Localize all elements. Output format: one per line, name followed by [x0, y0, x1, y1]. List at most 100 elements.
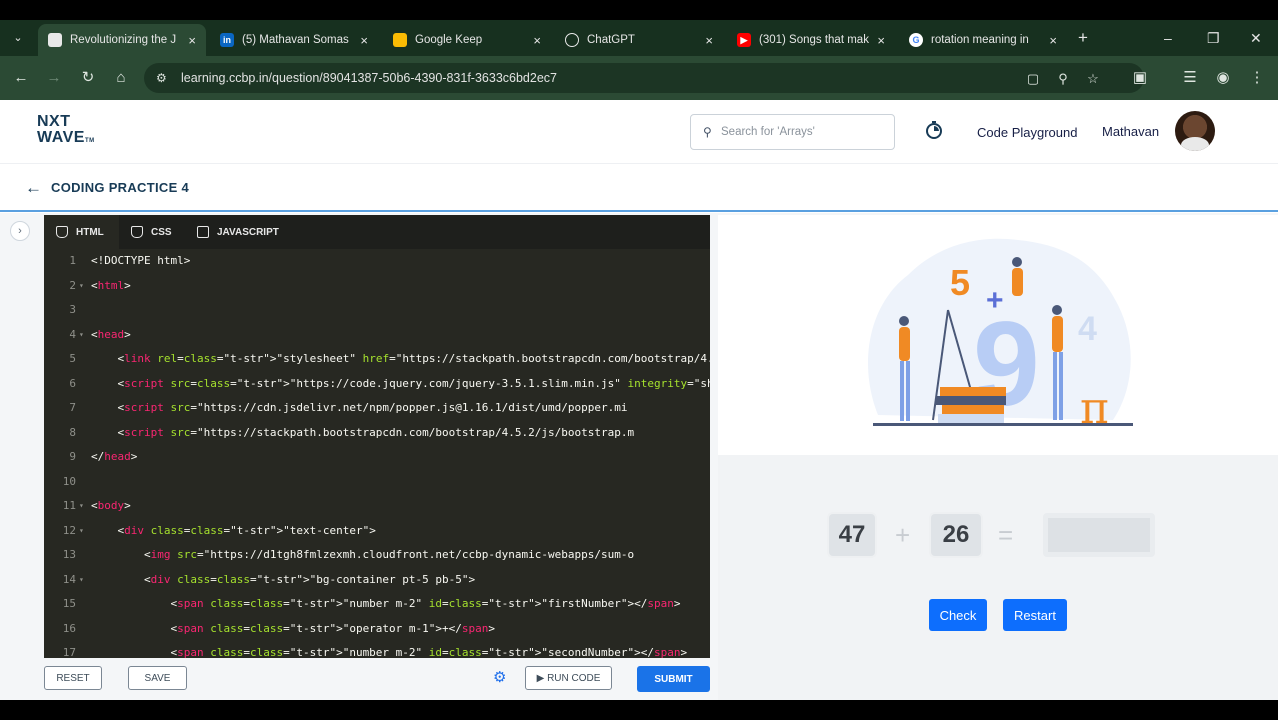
line-text: <span class=class="t-str">"operator m-1"…	[91, 621, 496, 635]
fold-caret-icon[interactable]: ▾	[79, 323, 84, 348]
new-tab-button[interactable]: +	[1078, 28, 1088, 48]
line-number: 7	[69, 401, 76, 414]
fold-caret-icon[interactable]: ▾	[79, 568, 84, 593]
fold-caret-icon[interactable]: ▾	[79, 494, 84, 519]
restore-icon[interactable]: ❐	[1207, 28, 1220, 48]
line-number: 15	[62, 597, 76, 610]
reset-button[interactable]: RESET	[44, 666, 102, 690]
close-tab-icon[interactable]: ×	[1049, 33, 1057, 48]
editor-tabs: HTML CSS JAVASCRIPT	[44, 215, 710, 249]
avatar[interactable]	[1175, 111, 1215, 151]
code-line[interactable]: 4 ▾ <head>	[44, 323, 710, 348]
code-line[interactable]: 6 <script src=class="t-str">"https://cod…	[44, 372, 710, 397]
home-icon[interactable]: ⌂	[110, 67, 132, 89]
logo-line2: WAVE	[37, 129, 85, 146]
code-line[interactable]: 17 <span class=class="t-str">"number m-2…	[44, 641, 710, 658]
code-line[interactable]: 2 ▾ <html>	[44, 274, 710, 299]
code-line[interactable]: 16 <span class=class="t-str">"operator m…	[44, 617, 710, 642]
code-lines[interactable]: 1 <!DOCTYPE html> 2 ▾ <html> 3 4 ▾ <head> 5 <link…	[44, 249, 710, 658]
site-info-icon[interactable]: ⚙	[156, 70, 172, 86]
bookmark-star-icon[interactable]: ☆	[1084, 70, 1102, 88]
logo-suffix: TM	[84, 138, 95, 144]
back-arrow-icon[interactable]: ←	[25, 178, 42, 198]
code-line[interactable]: 1 <!DOCTYPE html>	[44, 249, 710, 274]
extensions-icon[interactable]: ▣	[1129, 67, 1151, 89]
submit-button[interactable]: SUBMIT	[637, 666, 710, 692]
close-tab-icon[interactable]: ×	[188, 33, 196, 48]
code-line[interactable]: 10	[44, 470, 710, 495]
search-input[interactable]	[721, 123, 886, 141]
line-text: <script src="https://stackpath.bootstrap…	[91, 425, 635, 439]
line-number: 8	[69, 425, 76, 439]
line-number: 3	[69, 303, 76, 316]
tab-search-chevron-icon[interactable]: ⌄	[8, 28, 28, 48]
close-tab-icon[interactable]: ×	[360, 33, 368, 48]
browser-tab-5[interactable]: ▶ (301) Songs that mak ×	[727, 24, 895, 56]
zoom-icon[interactable]: ⚲	[1054, 70, 1072, 88]
profile-icon[interactable]: ◉	[1212, 67, 1234, 89]
tab-label: CSS	[151, 226, 172, 238]
browser-tab-2[interactable]: in (5) Mathavan Somas ×	[210, 24, 378, 56]
close-tab-icon[interactable]: ×	[533, 33, 541, 48]
close-window-icon[interactable]: ✕	[1250, 28, 1262, 48]
line-text: <head>	[91, 327, 131, 341]
tab-label: HTML	[76, 226, 104, 238]
run-code-button[interactable]: ▶ RUN CODE	[525, 666, 612, 690]
browser-tab-3[interactable]: Google Keep ×	[383, 24, 551, 56]
line-number: 12	[62, 523, 76, 537]
close-tab-icon[interactable]: ×	[705, 33, 713, 48]
code-playground-link[interactable]: Code Playground	[977, 125, 1077, 140]
search-box[interactable]: ⚲	[690, 114, 895, 150]
tab-css[interactable]: CSS	[119, 215, 187, 249]
nxtwave-logo[interactable]: NXT WAVETM	[37, 114, 95, 149]
line-text: <html>	[91, 278, 131, 292]
media-icon[interactable]: ☰	[1179, 67, 1201, 89]
logo-line1: NXT	[37, 113, 71, 130]
fold-caret-icon[interactable]: ▾	[79, 519, 84, 544]
fold-caret-icon[interactable]: ▾	[79, 274, 84, 299]
code-line[interactable]: 5 <link rel=class="t-str">"stylesheet" h…	[44, 347, 710, 372]
sidebar-toggle-chevron-right-icon[interactable]: ›	[10, 221, 30, 241]
line-text: <div class=class="t-str">"text-center">	[91, 523, 376, 537]
browser-tab-6[interactable]: G rotation meaning in ×	[899, 24, 1067, 56]
reload-icon[interactable]: ↻	[77, 67, 99, 89]
browser-tab-4[interactable]: ChatGPT ×	[555, 24, 723, 56]
line-number: 2	[69, 278, 76, 292]
tab-title: ChatGPT	[587, 34, 635, 46]
answer-input[interactable]	[1043, 513, 1155, 557]
line-number: 9	[69, 450, 76, 463]
code-line[interactable]: 9 </head>	[44, 445, 710, 470]
save-button[interactable]: SAVE	[128, 666, 187, 690]
minimize-icon[interactable]: –	[1164, 28, 1172, 48]
restart-button[interactable]: Restart	[1003, 599, 1067, 631]
close-tab-icon[interactable]: ×	[877, 33, 885, 48]
code-line[interactable]: 15 <span class=class="t-str">"number m-2…	[44, 592, 710, 617]
workspace: › HTML CSS JAVASCRIPT 1 <!DOCTYPE html> …	[0, 213, 1278, 700]
run-code-label: RUN CODE	[547, 672, 601, 684]
code-line[interactable]: 13 <img src="https://d1tgh8fmlzexmh.clou…	[44, 543, 710, 568]
line-text: <script src=class="t-str">"https://code.…	[91, 376, 710, 390]
code-line[interactable]: 7 <script src="https://cdn.jsdelivr.net/…	[44, 396, 710, 421]
stopwatch-icon[interactable]	[924, 120, 944, 140]
install-app-icon[interactable]: ▢	[1024, 70, 1042, 88]
code-line[interactable]: 3	[44, 298, 710, 323]
code-line[interactable]: 12 ▾ <div class=class="t-str">"text-cente…	[44, 519, 710, 544]
settings-gear-icon[interactable]: ⚙	[493, 670, 508, 685]
code-line[interactable]: 14 ▾ <div class=class="t-str">"bg-contain…	[44, 568, 710, 593]
forward-icon[interactable]: →	[43, 67, 65, 89]
line-text: <!DOCTYPE html>	[91, 254, 191, 267]
browser-tab-1[interactable]: Revolutionizing the J ×	[38, 24, 206, 56]
code-line[interactable]: 8 <script src="https://stackpath.bootstr…	[44, 421, 710, 446]
address-bar[interactable]: ⚙ learning.ccbp.in/question/89041387-50b…	[144, 63, 1144, 93]
user-name[interactable]: Mathavan	[1102, 124, 1159, 139]
browser-tab-strip: ⌄ Revolutionizing the J × in (5) Mathava…	[0, 20, 1278, 56]
back-icon[interactable]: ←	[10, 67, 32, 89]
tab-html[interactable]: HTML	[44, 215, 119, 249]
tab-javascript[interactable]: JAVASCRIPT	[185, 215, 295, 249]
code-editor[interactable]: HTML CSS JAVASCRIPT 1 <!DOCTYPE html> 2 ▾ <h…	[44, 215, 710, 658]
code-line[interactable]: 11 ▾ <body>	[44, 494, 710, 519]
check-button[interactable]: Check	[929, 599, 987, 631]
line-text: <span class=class="t-str">"number m-2" i…	[91, 646, 688, 658]
more-menu-icon[interactable]: ⋮	[1246, 67, 1268, 89]
svg-text:5: 5	[950, 262, 970, 303]
